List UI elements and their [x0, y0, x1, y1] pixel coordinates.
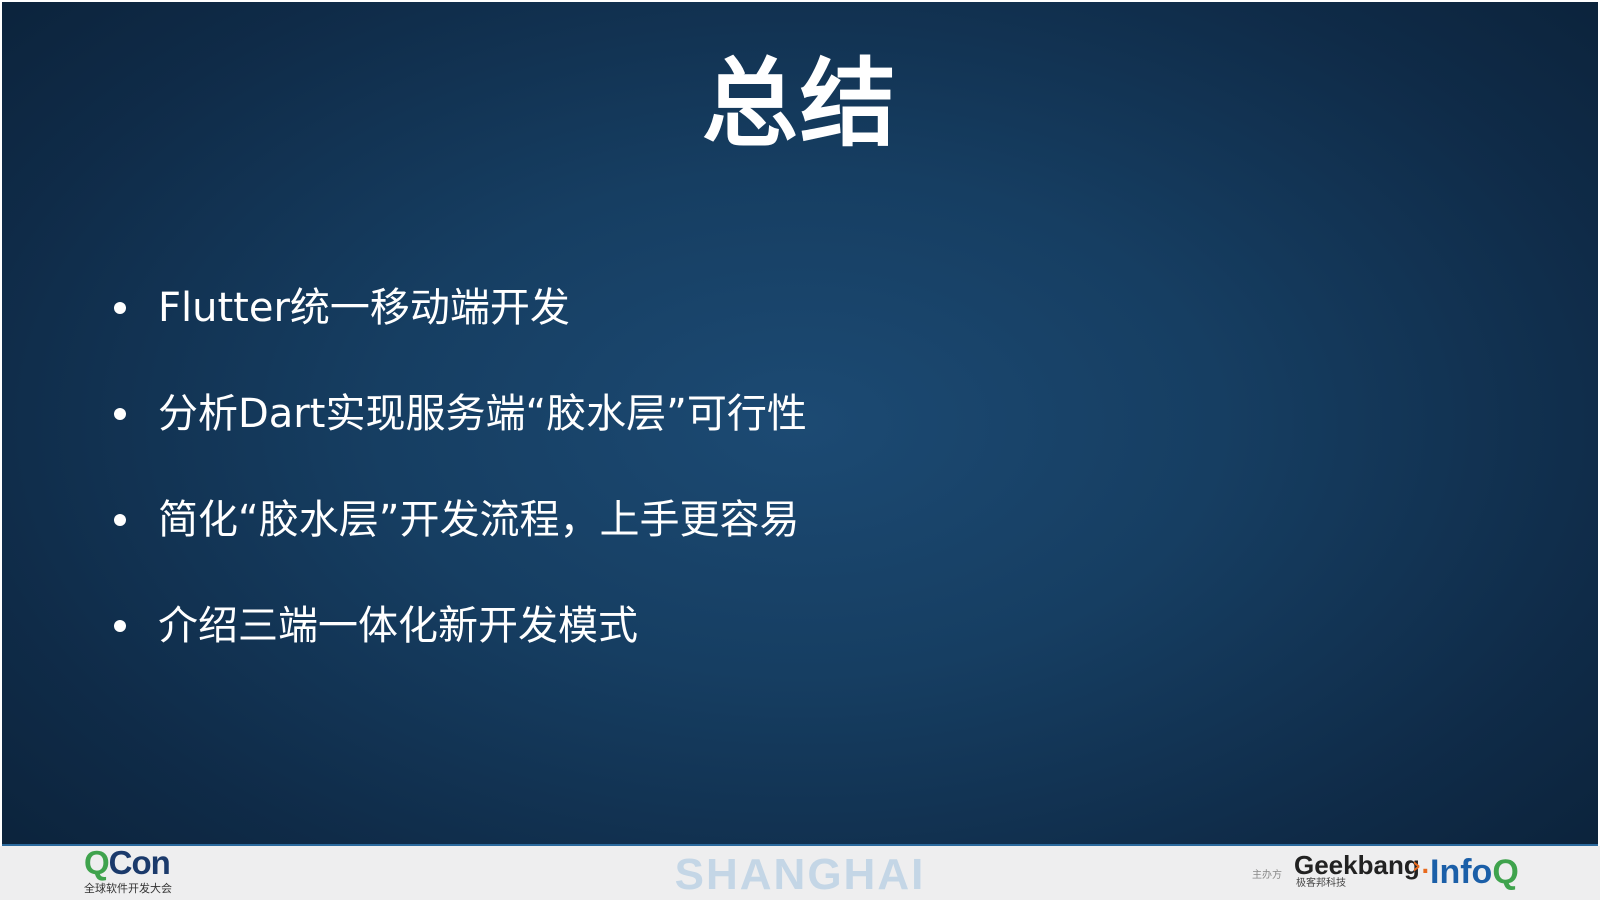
infoq-logo: InfoQ: [1430, 852, 1519, 892]
geekbang-arrow-icon: ›.: [1412, 854, 1430, 879]
slide: 总结 Flutter统一移动端开发 分析Dart实现服务端“胶水层”可行性 简化…: [0, 0, 1600, 900]
infoq-logo-q: Q: [1492, 853, 1519, 891]
sponsor-label: 主办方: [1252, 870, 1282, 881]
bullet-text: Flutter统一移动端开发: [158, 285, 570, 331]
bullet-marker-icon: [114, 302, 126, 314]
slide-title: 总结: [702, 48, 898, 160]
bullet-marker-icon: [114, 408, 126, 420]
bullet-text: 简化“胶水层”开发流程，上手更容易: [158, 497, 800, 543]
geekbang-logo: Geekbang ›. 极客邦科技: [1294, 850, 1429, 896]
geekbang-subtitle: 极客邦科技: [1296, 878, 1346, 889]
bullet-marker-icon: [114, 514, 126, 526]
bullet-marker-icon: [114, 620, 126, 632]
bullet-text: 介绍三端一体化新开发模式: [158, 603, 638, 649]
geekbang-wordmark: Geekbang: [1294, 850, 1420, 880]
infoq-logo-info: Info: [1430, 853, 1493, 891]
bullet-text: 分析Dart实现服务端“胶水层”可行性: [158, 391, 807, 437]
slide-content-area: 总结 Flutter统一移动端开发 分析Dart实现服务端“胶水层”可行性 简化…: [2, 2, 1598, 846]
footer-bar: QCon 全球软件开发大会 SHANGHAI 主办方 Geekbang ›. 极…: [0, 844, 1600, 900]
